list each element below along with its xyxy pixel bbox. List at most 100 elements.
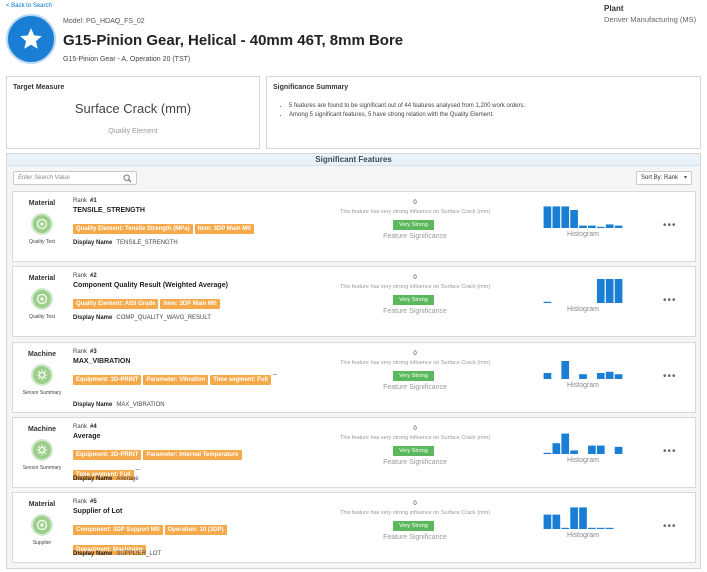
search-icon[interactable] <box>123 174 132 183</box>
histogram-bar <box>552 443 561 454</box>
feature-tag: Item: 3DP Main Mtl <box>160 299 220 309</box>
histogram-chart <box>543 206 623 228</box>
significance-description: This feature has very strong influence o… <box>339 284 491 290</box>
display-name-label: Display Name <box>73 551 113 557</box>
histogram-bar <box>552 514 561 529</box>
machine-category-icon <box>31 364 53 386</box>
category-label: Machine <box>27 351 56 358</box>
histogram-bar <box>543 301 552 303</box>
sort-by-select[interactable]: Sort By: Rank ▾ <box>636 171 692 185</box>
tag-separator: _ <box>135 463 140 470</box>
display-name-label: Display Name <box>73 315 113 321</box>
histogram-bar <box>596 226 605 228</box>
significance-badge: Very Strong <box>393 446 434 456</box>
target-measure-title: Target Measure <box>13 84 65 91</box>
histogram-caption: Histogram <box>567 457 599 464</box>
display-name-value: TENSILE_STRENGTH <box>116 240 178 246</box>
histogram-bar <box>614 225 623 228</box>
feature-tag: Item: 3DP Main Mtl <box>194 224 254 234</box>
category-label: Material <box>28 200 56 207</box>
significance-description: This feature has very strong influence o… <box>339 209 491 215</box>
feature-name: MAX_VIBRATION <box>73 358 131 365</box>
significance-value: 0 <box>413 200 417 206</box>
more-options-icon[interactable]: ••• <box>663 295 677 306</box>
more-options-icon[interactable]: ••• <box>663 220 677 231</box>
histogram-caption: Histogram <box>567 306 599 313</box>
significance-value: 0 <box>413 275 417 281</box>
back-to-search-link[interactable]: < Back to Search <box>6 3 52 9</box>
display-name-value: SUPPLIER_LOT <box>116 551 162 557</box>
sort-by-label: Sort By: Rank <box>641 175 679 181</box>
search-input[interactable]: Enter Search Value <box>13 171 137 185</box>
significance-value: 0 <box>413 501 417 507</box>
rank-label: Rank #2 <box>73 273 97 279</box>
significance-caption: Feature Significance <box>383 308 447 315</box>
histogram-bar <box>543 514 552 529</box>
more-options-icon[interactable]: ••• <box>663 371 677 382</box>
target-measure-sub: Quality Element <box>108 128 158 135</box>
histogram-bar <box>570 507 578 529</box>
feature-tag: Quality Element: Tensile Strength (MPa) <box>73 224 193 234</box>
significance-badge: Very Strong <box>393 371 434 381</box>
feature-tag: Equipment: 3D-PRINT <box>73 450 142 460</box>
histogram-bar <box>561 433 570 454</box>
feature-card: Machine Sensor Summary Rank #3 MAX_VIBRATION… <box>12 342 696 413</box>
significance-value: 0 <box>413 426 417 432</box>
significance-description: This feature has very strong influence o… <box>339 435 491 441</box>
feature-tags: Equipment: 3D-PRINT Parameter: Vibration T… <box>73 368 283 388</box>
category-sub-label: Quality Test <box>28 239 56 245</box>
rank-value: #1 <box>90 198 97 204</box>
rank-value: #5 <box>90 499 97 505</box>
feature-name: TENSILE_STRENGTH <box>73 207 145 214</box>
significance-summary-title: Significance Summary <box>273 84 349 91</box>
histogram-chart <box>543 279 623 303</box>
feature-tag: Time segment: Full <box>210 375 271 385</box>
display-name-label: Display Name <box>73 240 113 246</box>
more-options-icon[interactable]: ••• <box>663 446 677 457</box>
plant-value: Denver Manufacturing (MS) <box>604 15 697 24</box>
histogram-bar <box>605 279 614 303</box>
display-name-label: Display Name <box>73 402 113 408</box>
histogram-bar <box>614 374 623 379</box>
more-options-icon[interactable]: ••• <box>663 521 677 532</box>
feature-tags: Quality Element: AISI Grade Item: 3DP Mai… <box>73 292 283 312</box>
feature-card: Material Quality Test Rank #2 Component Qual… <box>12 266 696 337</box>
page-subtitle: G15-Pinion Gear - A, Operation 20 (TST) <box>63 56 191 63</box>
histogram-caption: Histogram <box>567 532 599 539</box>
material-category-icon <box>31 514 53 536</box>
page-title: G15-Pinion Gear, Helical - 40mm 46T, 8mm… <box>63 32 404 49</box>
histogram-bar <box>552 206 561 228</box>
histogram-bar <box>596 373 605 379</box>
significance-caption: Feature Significance <box>383 384 447 391</box>
rank-value: #4 <box>90 424 97 430</box>
histogram-bar <box>561 527 570 529</box>
rank-label: Rank #4 <box>73 424 97 430</box>
significance-description: This feature has very strong influence o… <box>339 510 491 516</box>
chevron-down-icon: ▾ <box>683 175 687 181</box>
histogram-bar <box>570 450 578 454</box>
feature-name: Supplier of Lot <box>73 508 123 515</box>
machine-category-icon <box>31 439 53 461</box>
feature-name: Average <box>73 433 101 440</box>
histogram-bar <box>570 210 578 228</box>
histogram-bar <box>588 445 596 454</box>
histogram-chart <box>543 507 614 529</box>
histogram-bar <box>605 224 614 228</box>
feature-tag: Parameter: Vibration <box>143 375 209 385</box>
histogram-bar <box>561 206 570 228</box>
feature-tag: Component: 3DP Support Mtl <box>73 525 163 535</box>
histogram-bar <box>561 361 570 379</box>
target-measure-value: Surface Crack (mm) <box>74 101 192 116</box>
histogram-bar <box>596 279 605 303</box>
histogram-bar <box>579 374 587 379</box>
feature-name: Component Quality Result (Weighted Avera… <box>73 282 228 289</box>
category-sub-label: Supplier <box>32 540 52 546</box>
histogram-bar <box>588 527 596 529</box>
star-icon <box>6 14 56 64</box>
feature-tag: Parameter: Internal Temperature <box>143 450 242 460</box>
significant-features-header: Significant Features <box>7 154 700 166</box>
summary-item: 5 features are found to be significant o… <box>289 103 525 109</box>
histogram-bar <box>579 225 587 228</box>
feature-card: Material Quality Test Rank #1 TENSILE_STRENG… <box>12 191 696 262</box>
category-sub-label: Sensor Summary <box>22 390 62 396</box>
